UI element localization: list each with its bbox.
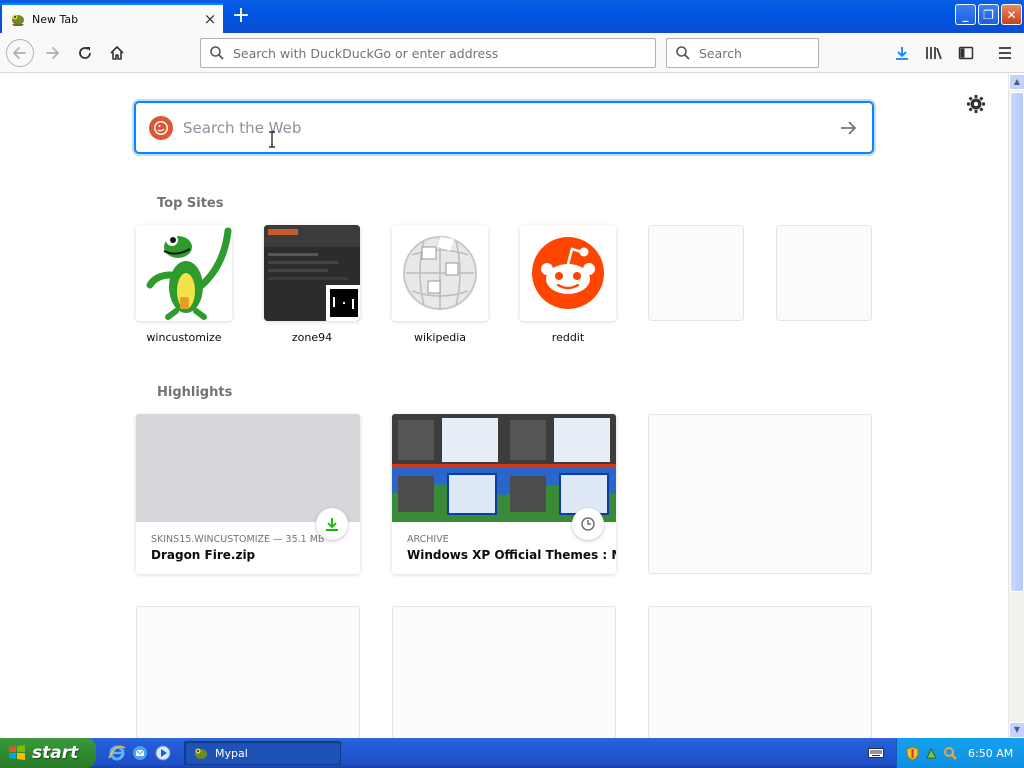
- highlight-thumbnail: [392, 414, 616, 522]
- mypal-app-icon: [195, 748, 207, 759]
- top-site-tile[interactable]: [392, 225, 488, 321]
- reload-button[interactable]: [71, 39, 99, 67]
- highlight-placeholder-card: [648, 414, 872, 574]
- gecko-favicon-icon: [12, 14, 24, 26]
- top-site-label: wikipedia: [413, 331, 466, 344]
- xp-themes-screenshot-thumbnail: [392, 414, 616, 522]
- top-site-label: reddit: [551, 331, 585, 344]
- search-bar-placeholder: Search: [699, 45, 742, 61]
- sidebar-button[interactable]: [952, 39, 980, 67]
- highlight-card-windows-xp-themes[interactable]: ARCHIVE Windows XP Official Themes : M..…: [392, 414, 616, 574]
- navigation-toolbar: Search with DuckDuckGo or enter address …: [0, 33, 1024, 73]
- clock-icon: [572, 508, 604, 540]
- search-icon: [676, 46, 690, 60]
- tab-title: New Tab: [32, 12, 79, 26]
- close-window-button[interactable]: ✕: [1001, 4, 1022, 25]
- tab-strip: New Tab × + _ ❐ ✕: [0, 0, 1024, 33]
- window-controls: _ ❐ ✕: [955, 4, 1022, 25]
- web-search-box[interactable]: Search the Web: [135, 102, 873, 153]
- top-site-tile[interactable]: [520, 225, 616, 321]
- tab-close-icon[interactable]: ×: [203, 12, 217, 27]
- highlight-placeholder-card: [648, 606, 872, 738]
- system-tray: 6:50 AM: [896, 738, 1024, 768]
- search-go-arrow-icon[interactable]: [838, 118, 858, 138]
- start-button[interactable]: start: [0, 738, 96, 768]
- vertical-scrollbar[interactable]: ▲ ▼: [1008, 74, 1024, 738]
- highlight-title: Windows XP Official Themes : M...: [407, 548, 616, 562]
- highlight-placeholder-card: [136, 606, 360, 738]
- download-arrow-icon: [896, 47, 908, 60]
- url-bar-placeholder: Search with DuckDuckGo or enter address: [233, 45, 499, 61]
- minimize-button[interactable]: _: [955, 4, 976, 25]
- text-cursor-icon: [269, 131, 275, 148]
- top-site-empty-slot: [648, 225, 744, 321]
- new-tab-page: Search the Web Top Sites wincustomize zo…: [0, 74, 1008, 738]
- top-site-wincustomize[interactable]: wincustomize: [136, 225, 232, 344]
- highlight-title: Dragon Fire.zip: [151, 548, 256, 562]
- top-site-wikipedia[interactable]: wikipedia: [392, 225, 488, 344]
- scrollbar-thumb[interactable]: [1010, 92, 1024, 592]
- top-site-zone94[interactable]: zone94: [264, 225, 360, 344]
- search-icon: [210, 46, 224, 60]
- taskbar-button-mypal[interactable]: Mypal: [184, 741, 341, 765]
- top-site-reddit[interactable]: reddit: [520, 225, 616, 344]
- top-sites-heading: Top Sites: [157, 196, 224, 211]
- reddit-logo-icon: [532, 237, 604, 309]
- scroll-up-arrow-icon[interactable]: ▲: [1009, 74, 1024, 90]
- taskbar-clock: 6:50 AM: [968, 746, 1014, 760]
- top-site-label: zone94: [291, 331, 333, 344]
- wincustomize-gecko-logo-icon: [146, 227, 232, 320]
- top-site-placeholder-tile: [648, 225, 744, 321]
- start-label: start: [32, 743, 79, 763]
- hamburger-menu-icon: [999, 47, 1011, 59]
- network-icon[interactable]: [924, 746, 939, 761]
- top-site-tile[interactable]: [136, 225, 232, 321]
- forward-arrow-icon: [46, 47, 60, 59]
- outlook-express-icon[interactable]: [131, 744, 149, 762]
- windows-flag-icon: [9, 745, 25, 760]
- wikipedia-globe-icon: [403, 236, 477, 310]
- downloads-button[interactable]: [888, 39, 916, 67]
- highlights-heading: Highlights: [157, 385, 233, 400]
- library-icon: [926, 47, 942, 60]
- menu-button[interactable]: [991, 39, 1019, 67]
- forward-button[interactable]: [38, 39, 66, 67]
- url-bar[interactable]: Search with DuckDuckGo or enter address: [200, 38, 656, 68]
- scroll-down-arrow-icon[interactable]: ▼: [1009, 722, 1024, 738]
- media-player-icon[interactable]: [154, 744, 172, 762]
- new-tab-button[interactable]: +: [230, 5, 252, 28]
- internet-explorer-icon[interactable]: [108, 744, 126, 762]
- top-site-placeholder-tile: [776, 225, 872, 321]
- search-magnifier-icon[interactable]: [943, 746, 958, 761]
- top-site-empty-slot: [776, 225, 872, 321]
- reload-icon: [79, 47, 91, 59]
- zone94-screenshot-thumbnail: [264, 225, 360, 321]
- gear-icon[interactable]: [966, 94, 986, 114]
- web-search-input[interactable]: Search the Web: [183, 119, 838, 137]
- highlight-thumbnail: [136, 414, 360, 522]
- security-shield-icon[interactable]: [905, 745, 920, 761]
- windows-taskbar: start Mypal 6:50 AM: [0, 738, 1024, 768]
- top-site-tile[interactable]: [264, 225, 360, 321]
- home-button[interactable]: [103, 39, 131, 67]
- top-site-label: wincustomize: [146, 331, 222, 344]
- duckduckgo-logo-icon: [149, 115, 173, 140]
- library-button[interactable]: [920, 39, 948, 67]
- sidebar-icon: [958, 46, 974, 60]
- search-bar[interactable]: Search: [666, 38, 819, 68]
- download-icon: [316, 508, 348, 540]
- highlight-placeholder-card: [392, 606, 616, 738]
- highlight-card-dragon-fire[interactable]: SKINS15.WINCUSTOMIZE — 35.1 MB Dragon Fi…: [136, 414, 360, 574]
- keyboard-language-icon[interactable]: [868, 746, 884, 760]
- back-button[interactable]: [6, 39, 34, 67]
- home-icon: [110, 46, 124, 60]
- taskbar-button-label: Mypal: [215, 746, 248, 760]
- tab-new-tab[interactable]: New Tab ×: [2, 3, 223, 33]
- restore-button[interactable]: ❐: [978, 4, 999, 25]
- back-arrow-icon: [12, 47, 26, 59]
